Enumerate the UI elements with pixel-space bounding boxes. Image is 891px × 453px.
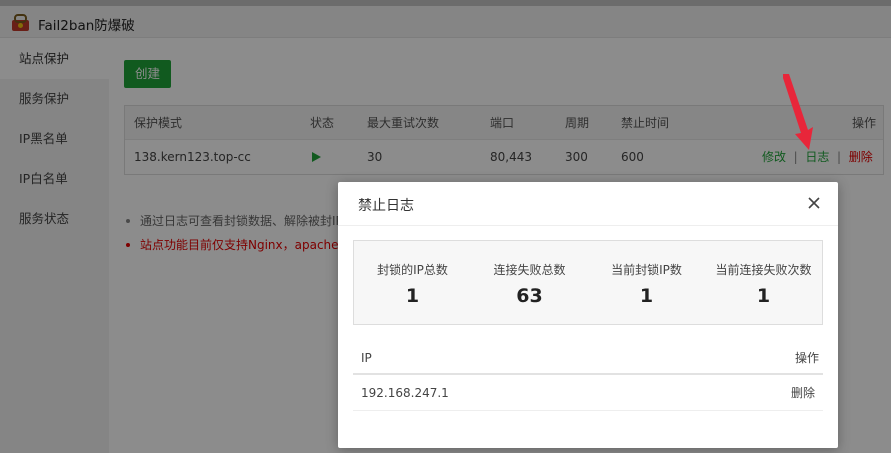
close-icon[interactable]: [806, 195, 822, 211]
ban-log-dialog: 禁止日志 封锁的IP总数 1 连接失败总数 63 当前封锁IP数 1 当前连接失…: [338, 182, 838, 448]
stat-label: 当前连接失败次数: [715, 263, 812, 277]
stat-value: 1: [756, 285, 771, 307]
stat-current-blocked-ips: 当前封锁IP数 1: [588, 241, 705, 324]
log-header-action: 操作: [794, 351, 819, 365]
stat-blocked-ip-total: 封锁的IP总数 1: [354, 241, 471, 324]
stat-label: 封锁的IP总数: [377, 263, 448, 277]
stat-connection-failures-total: 连接失败总数 63: [471, 241, 588, 324]
stat-label: 当前封锁IP数: [611, 263, 682, 277]
stat-label: 连接失败总数: [493, 263, 566, 277]
dialog-title: 禁止日志: [358, 198, 414, 214]
log-row-ip: 192.168.247.1: [361, 386, 449, 400]
unban-delete-link[interactable]: 删除: [791, 375, 815, 411]
log-table-header: IP 操作: [353, 342, 823, 375]
stat-value: 63: [516, 285, 543, 307]
stat-value: 1: [405, 285, 420, 307]
stat-value: 1: [639, 285, 654, 307]
log-table-row: 192.168.247.1 删除: [353, 375, 823, 411]
stat-current-connection-failures: 当前连接失败次数 1: [705, 241, 822, 324]
dialog-header: 禁止日志: [338, 182, 838, 226]
red-arrow-icon: [783, 74, 813, 150]
stats-panel: 封锁的IP总数 1 连接失败总数 63 当前封锁IP数 1 当前连接失败次数 1: [353, 240, 823, 325]
log-header-ip: IP: [361, 351, 372, 365]
